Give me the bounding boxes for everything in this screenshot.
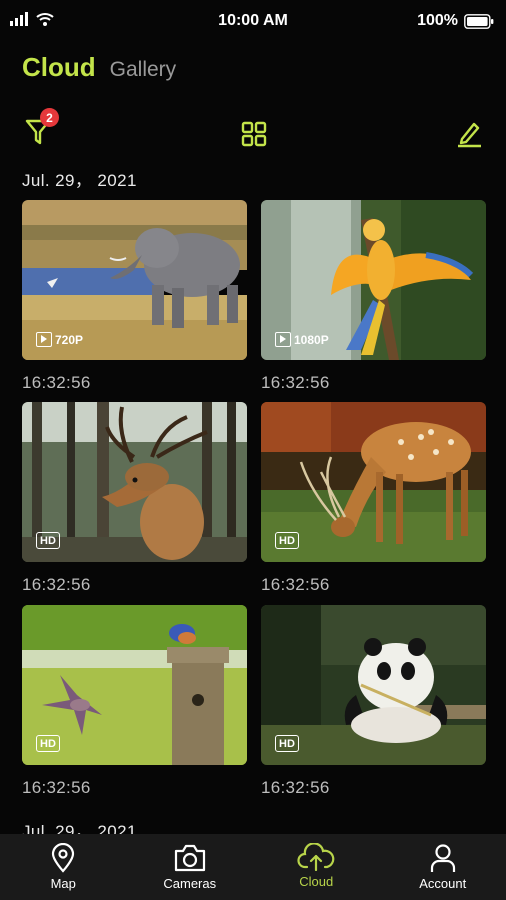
media-timestamp: 16:32:56: [261, 778, 330, 797]
grid-icon: [241, 121, 267, 147]
section-date: Jul. 29， 2021: [22, 171, 137, 190]
quality-tag: HD: [36, 532, 60, 549]
media-thumbnail[interactable]: HD: [261, 402, 486, 562]
tab-map-label: Map: [50, 876, 76, 891]
edit-button[interactable]: [451, 116, 487, 152]
tab-cloud-title[interactable]: Cloud: [22, 52, 96, 83]
user-icon: [430, 844, 455, 872]
media-thumbnail[interactable]: HD: [22, 605, 247, 765]
tab-account-label: Account: [419, 876, 467, 891]
tab-account[interactable]: Account: [380, 834, 506, 900]
toolbar: 2: [0, 108, 506, 156]
media-timestamp: 16:32:56: [22, 778, 91, 797]
tab-cameras-label: Cameras: [163, 876, 217, 891]
quality-tag: HD: [36, 735, 60, 752]
media-thumbnail[interactable]: HD: [261, 605, 486, 765]
media-timestamp: 16:32:56: [22, 575, 91, 594]
media-thumbnail[interactable]: 720P: [22, 200, 247, 360]
video-quality-tag: 1080P: [275, 332, 329, 347]
battery-icon: [464, 13, 494, 29]
quality-tag: HD: [275, 532, 299, 549]
filter-button[interactable]: 2: [20, 108, 59, 150]
pencil-icon: [458, 122, 481, 148]
tab-cloud-label: Cloud: [299, 874, 334, 889]
map-pin-icon: [52, 843, 75, 873]
status-bar: 10:00 AM 100%: [0, 0, 506, 42]
tab-cloud[interactable]: Cloud: [253, 834, 380, 900]
media-timestamp: 16:32:56: [22, 373, 91, 392]
grid-view-button[interactable]: [236, 116, 272, 152]
battery-percent: 100%: [417, 12, 458, 29]
cloud-upload-icon: [297, 843, 335, 871]
tab-cameras[interactable]: Cameras: [127, 834, 254, 900]
media-thumbnail[interactable]: HD: [22, 402, 247, 562]
filter-count-badge: 2: [40, 108, 59, 127]
tab-map[interactable]: Map: [0, 834, 127, 900]
tab-gallery-title[interactable]: Gallery: [110, 58, 177, 82]
media-timestamp: 16:32:56: [261, 575, 330, 594]
quality-tag: HD: [275, 735, 299, 752]
video-icon: [36, 332, 52, 347]
camera-icon: [174, 844, 205, 872]
video-quality-tag: 720P: [36, 332, 83, 347]
media-timestamp: 16:32:56: [261, 373, 330, 392]
video-icon: [275, 332, 291, 347]
page-header: Cloud Gallery: [22, 52, 176, 83]
bottom-tab-bar: Map Cameras Cloud Account: [0, 834, 506, 900]
media-thumbnail[interactable]: 1080P: [261, 200, 486, 360]
